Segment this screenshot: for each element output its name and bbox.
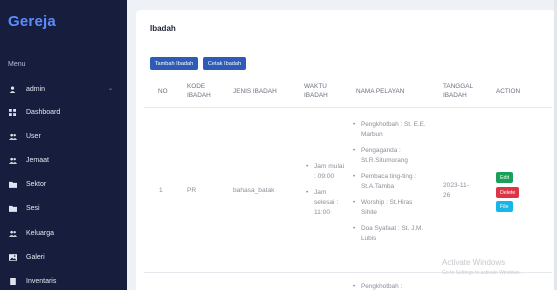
col-header-pelayan: NAMA PELAYAN	[356, 88, 405, 95]
sidebar-item-jemaat[interactable]: Jemaat	[8, 153, 119, 167]
list-item: Doa Syafaat : St. J.M. Lubis	[352, 224, 428, 243]
col-header-jenis: JENIS IBADAH	[233, 88, 277, 95]
sidebar-item-sektor[interactable]: Sektor	[8, 177, 119, 191]
sidebar-item-user[interactable]: User	[8, 129, 119, 143]
sidebar-item-sesi[interactable]: Sesi	[8, 201, 119, 215]
sidebar-item-label: Sesi	[26, 204, 40, 212]
col-header-kode: KODE IBADAH	[187, 83, 211, 99]
user-icon	[8, 85, 17, 94]
cell-tanggal: 2023-11-26	[443, 182, 469, 199]
file-button[interactable]: File	[496, 201, 513, 212]
menu-heading: Menu	[8, 61, 26, 68]
sidebar-item-galeri[interactable]: Galeri	[8, 250, 119, 264]
sidebar-item-admin[interactable]: admin ⌄	[8, 82, 119, 96]
sidebar-item-label: User	[26, 132, 41, 140]
sidebar-item-label: Dashboard	[26, 108, 61, 116]
sidebar-item-inventaris[interactable]: Inventaris	[8, 274, 119, 288]
cell-jenis: bahasa_batak	[233, 187, 275, 194]
list-item: Pembaca ting-ting : St.A.Tamba	[352, 172, 428, 191]
box-icon	[8, 277, 17, 286]
users-icon	[8, 156, 17, 165]
sidebar: Gereja Menu admin ⌄ Dashboard User Jemaa…	[0, 0, 127, 290]
activate-windows-watermark: Activate Windows	[442, 258, 506, 267]
sidebar-item-label: Sektor	[26, 180, 47, 188]
image-icon	[8, 253, 17, 262]
cell-waktu: Jam mulai : 09:00 Jam selesai : 11:00	[305, 162, 345, 224]
sidebar-item-keluarga[interactable]: Keluarga	[8, 226, 119, 240]
cell-pelayan: Pengkhotbah :	[352, 282, 428, 290]
folder-icon	[8, 180, 17, 189]
add-ibadah-button[interactable]: Tambah Ibadah	[150, 57, 198, 70]
sidebar-item-label: admin	[26, 85, 46, 93]
list-item: Pengaganda : St.R.Situmorang	[352, 146, 428, 165]
sidebar-item-label: Galeri	[26, 253, 45, 261]
page-title: Ibadah	[150, 24, 176, 33]
brand-logo[interactable]: Gereja	[8, 13, 56, 30]
cell-kode: PR	[187, 187, 197, 194]
activate-windows-hint: Go to Settings to activate Windows.	[442, 270, 521, 276]
users-icon	[8, 132, 17, 141]
sidebar-item-label: Keluarga	[26, 229, 55, 237]
edit-button[interactable]: Edit	[496, 172, 514, 183]
list-item: Jam mulai : 09:00	[305, 162, 345, 182]
chevron-down-icon[interactable]: ⌄	[108, 85, 113, 92]
list-item: Pengkhotbah : St. E.E. Marbun	[352, 120, 428, 139]
list-item: Pengkhotbah :	[352, 282, 428, 290]
col-header-action: ACTION	[496, 88, 521, 95]
delete-button[interactable]: Delete	[496, 187, 520, 198]
list-item: Worship : St.Hiras Sihite	[352, 198, 428, 217]
col-header-no: NO	[158, 88, 168, 95]
col-header-tanggal: TANGGAL IBADAH	[443, 83, 473, 99]
list-item: Jam selesai : 11:00	[305, 188, 345, 218]
cell-pelayan: Pengkhotbah : St. E.E. Marbun Pengaganda…	[352, 120, 428, 250]
sidebar-item-dashboard[interactable]: Dashboard	[8, 105, 119, 119]
print-ibadah-button[interactable]: Cetak Ibadah	[203, 57, 246, 70]
sidebar-item-label: Jemaat	[26, 156, 49, 164]
cell-no: 1	[159, 187, 163, 194]
users-icon	[8, 229, 17, 238]
ibadah-card: Ibadah Tambah Ibadah Cetak Ibadah NO KOD…	[136, 10, 555, 290]
grid-icon	[8, 108, 17, 117]
table-header-divider	[144, 107, 552, 108]
col-header-waktu: WAKTU IBADAH	[304, 83, 328, 99]
sidebar-item-label: Inventaris	[26, 277, 57, 285]
folder-icon	[8, 204, 17, 213]
